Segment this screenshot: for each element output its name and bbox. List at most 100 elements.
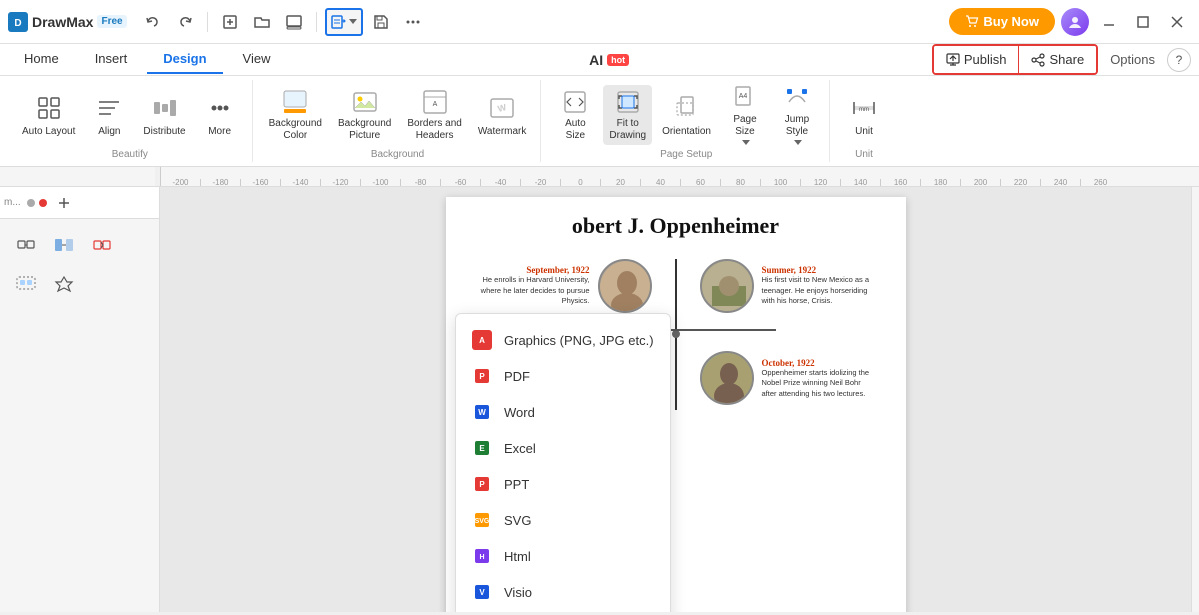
export-button[interactable] xyxy=(325,8,363,36)
user-avatar[interactable] xyxy=(1061,8,1089,36)
svg-label: SVG xyxy=(504,513,531,528)
undo-button[interactable] xyxy=(139,8,167,36)
export-pdf-item[interactable]: P PDF xyxy=(456,358,670,394)
tab-insert[interactable]: Insert xyxy=(79,45,144,74)
ribbon-group-background: BackgroundColor BackgroundPicture xyxy=(255,80,542,162)
preview-button[interactable] xyxy=(280,8,308,36)
export-html-item[interactable]: H Html xyxy=(456,538,670,574)
new-button[interactable] xyxy=(216,8,244,36)
hot-badge: hot xyxy=(607,54,629,66)
fit-to-drawing-button[interactable]: Fit toDrawing xyxy=(603,85,652,145)
more-beautify-icon xyxy=(204,92,236,124)
watermark-button[interactable]: W Watermark xyxy=(472,85,533,145)
tab-design[interactable]: Design xyxy=(147,45,222,74)
word-icon: W xyxy=(472,402,492,422)
plan-badge: Free xyxy=(97,15,126,28)
undo-icon xyxy=(145,14,161,30)
background-group-label: Background xyxy=(371,149,424,162)
more-button[interactable] xyxy=(399,8,427,36)
export-icon xyxy=(331,14,347,30)
export-ppt-item[interactable]: P PPT xyxy=(456,466,670,502)
svg-text:E: E xyxy=(479,444,485,453)
background-picture-button[interactable]: BackgroundPicture xyxy=(332,85,397,145)
dot-indicator xyxy=(27,199,35,207)
graphics-icon: A xyxy=(472,330,492,350)
more-beautify-button[interactable]: More xyxy=(196,85,244,145)
share-label: Share xyxy=(1049,52,1084,67)
unit-items: mm Unit xyxy=(840,80,888,149)
auto-size-button[interactable]: AutoSize xyxy=(551,85,599,145)
unit-group-label: Unit xyxy=(855,149,873,162)
svg-text:V: V xyxy=(479,588,485,597)
export-excel-item[interactable]: E Excel xyxy=(456,430,670,466)
jump-style-button[interactable]: JumpStyle xyxy=(773,85,821,145)
svg-text:A4: A4 xyxy=(739,93,748,100)
buy-now-button[interactable]: Buy Now xyxy=(949,8,1055,35)
photo-sep1922 xyxy=(598,259,652,313)
svg-text:SVG: SVG xyxy=(475,518,490,525)
shape-merge-btn[interactable] xyxy=(84,227,120,263)
page-setup-group-label: Page Setup xyxy=(660,149,712,162)
export-graphics-item[interactable]: A Graphics (PNG, JPG etc.) xyxy=(456,322,670,358)
shape-more-btn[interactable] xyxy=(46,265,82,301)
share-button[interactable]: Share xyxy=(1019,46,1096,73)
avatar-icon xyxy=(1067,14,1083,30)
app-logo-icon: D xyxy=(8,12,28,32)
export-dropdown: A Graphics (PNG, JPG etc.) P PDF xyxy=(455,313,671,612)
word-label: Word xyxy=(504,405,535,420)
more-icon xyxy=(405,14,421,30)
svg-text:P: P xyxy=(479,480,485,489)
borders-headers-button[interactable]: A Borders andHeaders xyxy=(401,85,467,145)
date-sep1922: September, 1922 xyxy=(476,265,590,275)
close-button[interactable] xyxy=(1163,8,1191,36)
ribbon-group-unit: mm Unit Unit xyxy=(832,80,896,162)
maximize-button[interactable] xyxy=(1129,8,1157,36)
text-sep1922: He enrolls in Harvard University, where … xyxy=(476,275,590,307)
tab-view[interactable]: View xyxy=(227,45,287,74)
page-setup-items: AutoSize Fit toDrawing xyxy=(551,80,821,149)
left-panel: m... xyxy=(0,187,160,612)
help-button[interactable]: ? xyxy=(1167,48,1191,72)
date-oct1922: October, 1922 xyxy=(762,358,876,368)
record-indicator xyxy=(39,199,47,207)
export-chevron xyxy=(349,19,357,24)
add-page-button[interactable] xyxy=(53,192,75,214)
export-pseps-item[interactable]: A PS/EPS xyxy=(456,610,670,612)
svg-text:A: A xyxy=(432,101,437,108)
redo-button[interactable] xyxy=(171,8,199,36)
shape-split-btn[interactable] xyxy=(46,227,82,263)
ppt-label: PPT xyxy=(504,477,529,492)
add-icon xyxy=(58,197,70,209)
open-button[interactable] xyxy=(248,8,276,36)
photo-svg-oct1922 xyxy=(702,353,754,405)
options-button[interactable]: Options xyxy=(1102,46,1163,73)
minimize-button[interactable] xyxy=(1095,8,1123,36)
export-word-item[interactable]: W Word xyxy=(456,394,670,430)
export-visio-item[interactable]: V Visio xyxy=(456,574,670,610)
auto-layout-button[interactable]: Auto Layout xyxy=(16,85,81,145)
distribute-icon xyxy=(149,92,181,124)
canvas-area[interactable]: obert J. Oppenheimer Septemb xyxy=(160,187,1191,612)
shape-toolbar xyxy=(0,219,159,309)
distribute-button[interactable]: Distribute xyxy=(137,85,191,145)
tab-home[interactable]: Home xyxy=(8,45,75,74)
shape-layout-btn[interactable] xyxy=(8,227,44,263)
visio-label: Visio xyxy=(504,585,532,600)
ppt-icon: P xyxy=(472,474,492,494)
background-color-button[interactable]: BackgroundColor xyxy=(263,85,328,145)
connector-dot-1 xyxy=(672,330,680,338)
save-button[interactable] xyxy=(367,8,395,36)
shape-container-btn[interactable] xyxy=(8,265,44,301)
unit-button[interactable]: mm Unit xyxy=(840,85,888,145)
close-icon xyxy=(1171,16,1183,28)
align-button[interactable]: Align xyxy=(85,85,133,145)
page-size-button[interactable]: A4 PageSize xyxy=(721,85,769,145)
timeline-item-sep1922: September, 1922 He enrolls in Harvard Un… xyxy=(476,259,676,313)
unit-icon: mm xyxy=(848,92,880,124)
left-toolbar-row: m... xyxy=(0,187,159,219)
photo-svg-sep1922 xyxy=(600,261,652,313)
export-svg-item[interactable]: SVG SVG xyxy=(456,502,670,538)
publish-button[interactable]: Publish xyxy=(934,46,1020,73)
timeline-item-sum1922: Summer, 1922 His first visit to New Mexi… xyxy=(676,259,876,313)
orientation-button[interactable]: Orientation xyxy=(656,85,717,145)
